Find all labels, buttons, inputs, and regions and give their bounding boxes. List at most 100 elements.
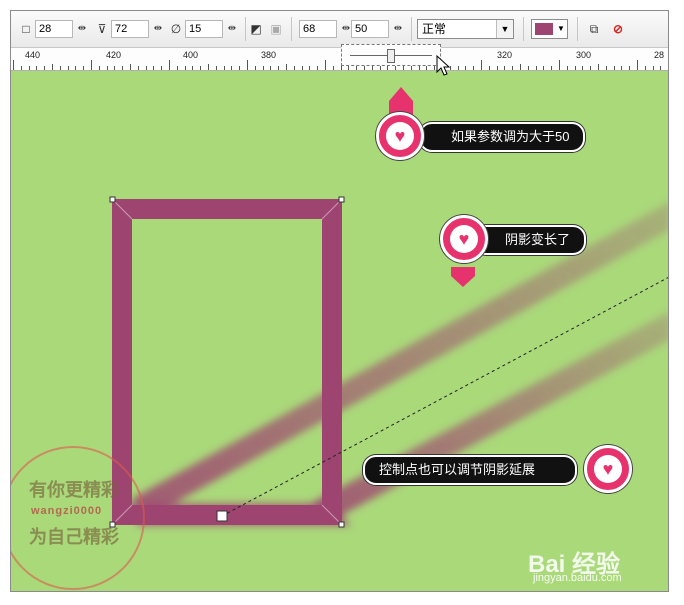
ruler-tick: [137, 66, 139, 70]
blend-mode-select[interactable]: 正常 ▼: [417, 19, 514, 39]
watermark-line-2: wangzi0000: [31, 505, 103, 517]
ruler-tick: [410, 66, 412, 70]
ruler-tick: [551, 66, 553, 70]
ruler-tick: [379, 66, 381, 70]
selection-handles[interactable]: [109, 196, 345, 528]
field-1-input[interactable]: [35, 20, 73, 38]
ruler-label: 380: [261, 50, 277, 60]
ruler-tick: [200, 66, 202, 70]
angle-icon: ∅: [170, 22, 182, 36]
ruler-tick: [13, 60, 14, 70]
ruler-tick: [153, 66, 155, 70]
ruler-tick: [356, 66, 358, 70]
ruler-tick: [395, 66, 397, 70]
ruler-tick: [488, 66, 490, 70]
shadow-control-point[interactable]: [216, 510, 228, 522]
ruler-tick: [317, 66, 319, 70]
callout-top: 如果参数调为大于50: [419, 122, 586, 152]
ruler-tick: [481, 60, 482, 70]
ruler-label: 420: [106, 50, 122, 60]
ruler-tick: [660, 66, 662, 70]
ruler-tick: [231, 66, 233, 70]
bevel-lines: [111, 198, 343, 526]
baidu-url: jingyan.baidu.com: [533, 572, 622, 584]
fade-icon[interactable]: ◩: [249, 22, 263, 36]
ruler-tick: [208, 64, 209, 70]
ruler-tick: [621, 66, 623, 70]
ruler-tick: [457, 66, 459, 70]
ruler-tick: [67, 66, 69, 70]
property-toolbar: □ ⇹ ⊽ ⇹ ∅ ⇹ ◩ ▣ ⇹ ⇹ 正常 ▼ ▼ ⧉ ⊘: [11, 11, 668, 48]
ruler-label: 320: [497, 50, 513, 60]
ruler-tick: [247, 60, 248, 70]
slider-knob[interactable]: [387, 49, 395, 63]
callout-middle-text: 阴影变长了: [505, 232, 571, 247]
ruler-tick: [215, 66, 217, 70]
field-2-spinner[interactable]: ⇹: [151, 20, 165, 38]
shadow-color-picker[interactable]: ▼: [531, 19, 568, 39]
ruler-tick: [91, 60, 92, 70]
ruler-tick: [52, 64, 53, 70]
drawing-canvas[interactable]: 有你更精彩 wangzi0000 为自己精彩 如果参数调为大于50 ♥ 阴影变长…: [11, 71, 668, 591]
ruler-tick: [605, 66, 607, 70]
offset-y-input[interactable]: [351, 20, 389, 38]
ruler-tick: [512, 66, 514, 70]
field-3-spinner[interactable]: ⇹: [225, 20, 239, 38]
separator: [411, 17, 412, 41]
ruler-tick: [371, 66, 373, 70]
callout-bottom: 控制点也可以调节阴影延展: [363, 455, 578, 485]
funnel-icon: ⊽: [97, 22, 107, 36]
copy-properties-icon[interactable]: ⧉: [587, 22, 601, 36]
ruler-tick: [270, 66, 272, 70]
ruler-tick: [574, 66, 576, 70]
color-swatch: [535, 23, 553, 35]
mouse-cursor-icon: [436, 55, 451, 76]
ruler-tick: [75, 66, 77, 70]
ruler-tick: [637, 60, 638, 70]
ruler-tick: [98, 66, 100, 70]
ruler-tick: [130, 64, 131, 70]
separator: [523, 17, 524, 41]
shadow-style-icon[interactable]: ▣: [269, 22, 283, 36]
ruler-tick: [644, 66, 646, 70]
ruler-tick: [286, 64, 287, 70]
field-2-input[interactable]: [111, 20, 149, 38]
ruler-tick: [278, 66, 280, 70]
callout-middle: 阴影变长了: [473, 225, 587, 255]
ruler-tick: [598, 64, 599, 70]
ruler-tick: [590, 66, 592, 70]
ruler-tick: [176, 66, 178, 70]
ruler-tick: [566, 66, 568, 70]
ruler-tick: [184, 66, 186, 70]
ruler-tick: [559, 60, 560, 70]
offset-y-spinner[interactable]: ⇹: [391, 20, 405, 38]
clear-shadow-icon[interactable]: ⊘: [611, 22, 625, 36]
ruler-tick: [36, 66, 38, 70]
ruler-tick: [535, 66, 537, 70]
ruler-tick: [520, 64, 521, 70]
ruler-tick: [527, 66, 529, 70]
separator: [291, 17, 292, 41]
ruler-tick: [309, 66, 311, 70]
ruler-tick: [629, 66, 631, 70]
ruler-tick: [83, 66, 85, 70]
field-3-input[interactable]: [185, 20, 223, 38]
callout-top-badge: ♥: [376, 112, 424, 160]
opacity-slider[interactable]: [341, 44, 441, 66]
ruler-tick: [161, 66, 163, 70]
ruler-tick: [613, 66, 615, 70]
watermark-line-1: 有你更精彩: [29, 480, 119, 500]
ruler-tick: [582, 66, 584, 70]
ruler-tick: [59, 66, 61, 70]
blend-mode-value: 正常: [422, 22, 447, 36]
field-1-spinner[interactable]: ⇹: [75, 20, 89, 38]
horizontal-ruler: 440 420 400 380 320 300 28: [11, 48, 668, 71]
chevron-down-icon: ▼: [557, 24, 565, 33]
offset-x-input[interactable]: [299, 20, 337, 38]
callout-bottom-badge: ♥: [584, 445, 632, 493]
ruler-tick: [340, 66, 342, 70]
ruler-tick: [325, 60, 326, 70]
ruler-tick: [169, 60, 170, 70]
heart-icon: ♥: [450, 225, 478, 253]
ruler-tick: [44, 66, 46, 70]
